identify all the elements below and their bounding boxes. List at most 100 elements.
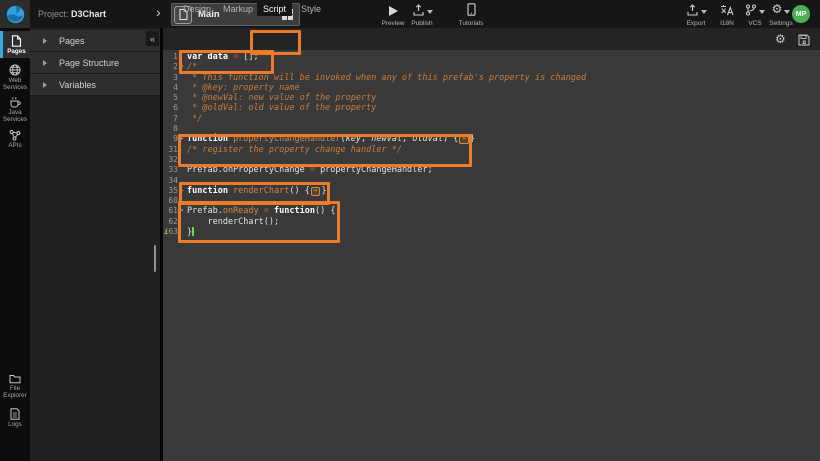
accordion-page-structure[interactable]: Page Structure [30, 52, 163, 74]
rail-label-pages: Pages [7, 48, 26, 55]
fold-open-icon[interactable]: ▾ [178, 206, 186, 216]
chevron-down-icon [784, 10, 790, 14]
line-number: 8 [163, 124, 178, 134]
expand-arrow-icon [43, 38, 47, 44]
publish-label: Publish [411, 20, 432, 27]
line-number: 9 [163, 134, 178, 144]
code-line[interactable]: 33 Prefab.onPropertyChange = propertyChan… [163, 165, 820, 175]
preview-label: Preview [381, 20, 404, 27]
line-number: 61 [163, 206, 178, 216]
folder-icon [9, 374, 21, 384]
vcs-button[interactable]: VCS [741, 3, 769, 27]
tutorials-label: Tutorials [459, 20, 484, 27]
panel-scrollbar[interactable] [154, 245, 156, 272]
fold-open-icon[interactable]: ▾ [178, 62, 186, 72]
line-number: 35 [163, 186, 178, 196]
code-text: var data = []; [186, 52, 259, 62]
fold-folded-icon[interactable]: ▸ [178, 186, 186, 196]
connector-icon [9, 129, 21, 141]
script-settings-gear-icon[interactable]: ⚙ [775, 32, 786, 46]
accordion-variables-label: Variables [59, 80, 96, 90]
i18n-button[interactable]: I18N [713, 3, 741, 27]
rail-item-pages[interactable]: Pages [0, 31, 30, 58]
code-line[interactable]: 1 var data = []; [163, 52, 820, 62]
code-line[interactable]: 9▸function propertyChangeHandler(key, ne… [163, 134, 820, 144]
code-text: Prefab.onReady = function() { [186, 206, 335, 216]
project-breadcrumb: Project: D3Chart [38, 9, 106, 19]
code-text: /* [186, 62, 197, 72]
code-line[interactable]: 60 [163, 196, 820, 206]
rail-item-apis[interactable]: APIs [0, 126, 30, 152]
code-line[interactable]: 6 * @oldVal: old value of the property [163, 103, 820, 113]
chevron-down-icon [701, 10, 707, 14]
code-line[interactable]: 7 */ [163, 114, 820, 124]
code-line[interactable]: 8 [163, 124, 820, 134]
rail-label-java-services: Java Services [0, 109, 30, 123]
code-text: * This function will be invoked when any… [186, 73, 586, 83]
code-line[interactable]: 5 * @newVal: new value of the property [163, 93, 820, 103]
editor-tabstrip [163, 28, 820, 51]
tab-markup[interactable]: Markup [223, 4, 253, 14]
code-text [186, 196, 187, 206]
line-number: 62 [163, 217, 178, 227]
accordion-variables[interactable]: Variables [30, 74, 163, 96]
line-number: 33 [163, 165, 178, 175]
expand-arrow-icon [43, 60, 47, 66]
code-line[interactable]: i63} [163, 227, 820, 237]
export-button[interactable]: Export [680, 3, 712, 27]
tab-style[interactable]: Style [301, 4, 321, 14]
rail-item-web-services[interactable]: Web Services [0, 62, 30, 92]
tablet-icon [466, 3, 477, 16]
chevron-down-icon [427, 10, 433, 14]
gear-icon: ⚙ [772, 3, 783, 16]
folded-code-pill[interactable]: ↔ [311, 187, 321, 196]
export-icon [686, 4, 699, 16]
text-cursor [192, 227, 194, 236]
code-text: Prefab.onPropertyChange = propertyChange… [186, 165, 433, 175]
publish-button[interactable]: Publish [405, 3, 439, 27]
rail-item-file-explorer[interactable]: File Explorer [0, 372, 30, 400]
tutorials-button[interactable]: Tutorials [453, 3, 489, 27]
code-line[interactable]: 32 [163, 155, 820, 165]
code-line[interactable]: 62 renderChart(); [163, 217, 820, 227]
accordion-pages[interactable]: Pages [30, 30, 163, 52]
code-text: function renderChart() {↔} [186, 186, 327, 196]
settings-label: Settings [769, 20, 793, 27]
left-icon-rail: Pages Web Services Java Services [0, 28, 30, 461]
translate-icon [720, 4, 734, 16]
line-number: 7 [163, 114, 178, 124]
chevron-down-icon [759, 10, 765, 14]
wavemaker-logo[interactable] [0, 0, 30, 28]
export-label: Export [687, 20, 706, 27]
folded-code-pill[interactable]: ↔ [459, 135, 469, 144]
chevron-right-icon: › [156, 4, 161, 20]
rail-item-java-services[interactable]: Java Services [0, 94, 30, 124]
code-editor[interactable]: 1var data = [];2▾/*3 * This function wil… [163, 50, 820, 461]
line-number: 1 [163, 52, 178, 62]
rail-item-logs[interactable]: Logs [0, 405, 30, 431]
rail-label-logs: Logs [8, 421, 22, 428]
accordion-pages-label: Pages [59, 36, 85, 46]
line-number: 34 [163, 176, 178, 186]
code-line[interactable]: 2▾/* [163, 62, 820, 72]
panel-collapse-button[interactable]: « [146, 31, 159, 46]
tab-script[interactable]: Script [257, 2, 292, 16]
upload-icon [412, 4, 425, 16]
save-button[interactable] [798, 33, 810, 51]
code-line[interactable]: 3 * This function will be invoked when a… [163, 73, 820, 83]
code-line[interactable]: 34 [163, 176, 820, 186]
code-line[interactable]: 4 * @key: property name [163, 83, 820, 93]
code-line[interactable]: 31/* register the property change handle… [163, 145, 820, 155]
vcs-label: VCS [748, 20, 761, 27]
fold-folded-icon[interactable]: ▸ [178, 134, 186, 144]
rail-label-apis: APIs [8, 142, 21, 149]
code-text [186, 176, 187, 186]
line-number: 60 [163, 196, 178, 206]
code-line[interactable]: 61▾Prefab.onReady = function() { [163, 206, 820, 216]
tab-design[interactable]: Design [183, 4, 211, 14]
top-header-bar: Project: D3Chart › Main Preview Pub [0, 0, 820, 30]
code-line[interactable]: 35▸function renderChart() {↔} [163, 186, 820, 196]
user-avatar[interactable]: MP [792, 5, 810, 23]
line-number: 2 [163, 62, 178, 72]
line-number: 4 [163, 83, 178, 93]
